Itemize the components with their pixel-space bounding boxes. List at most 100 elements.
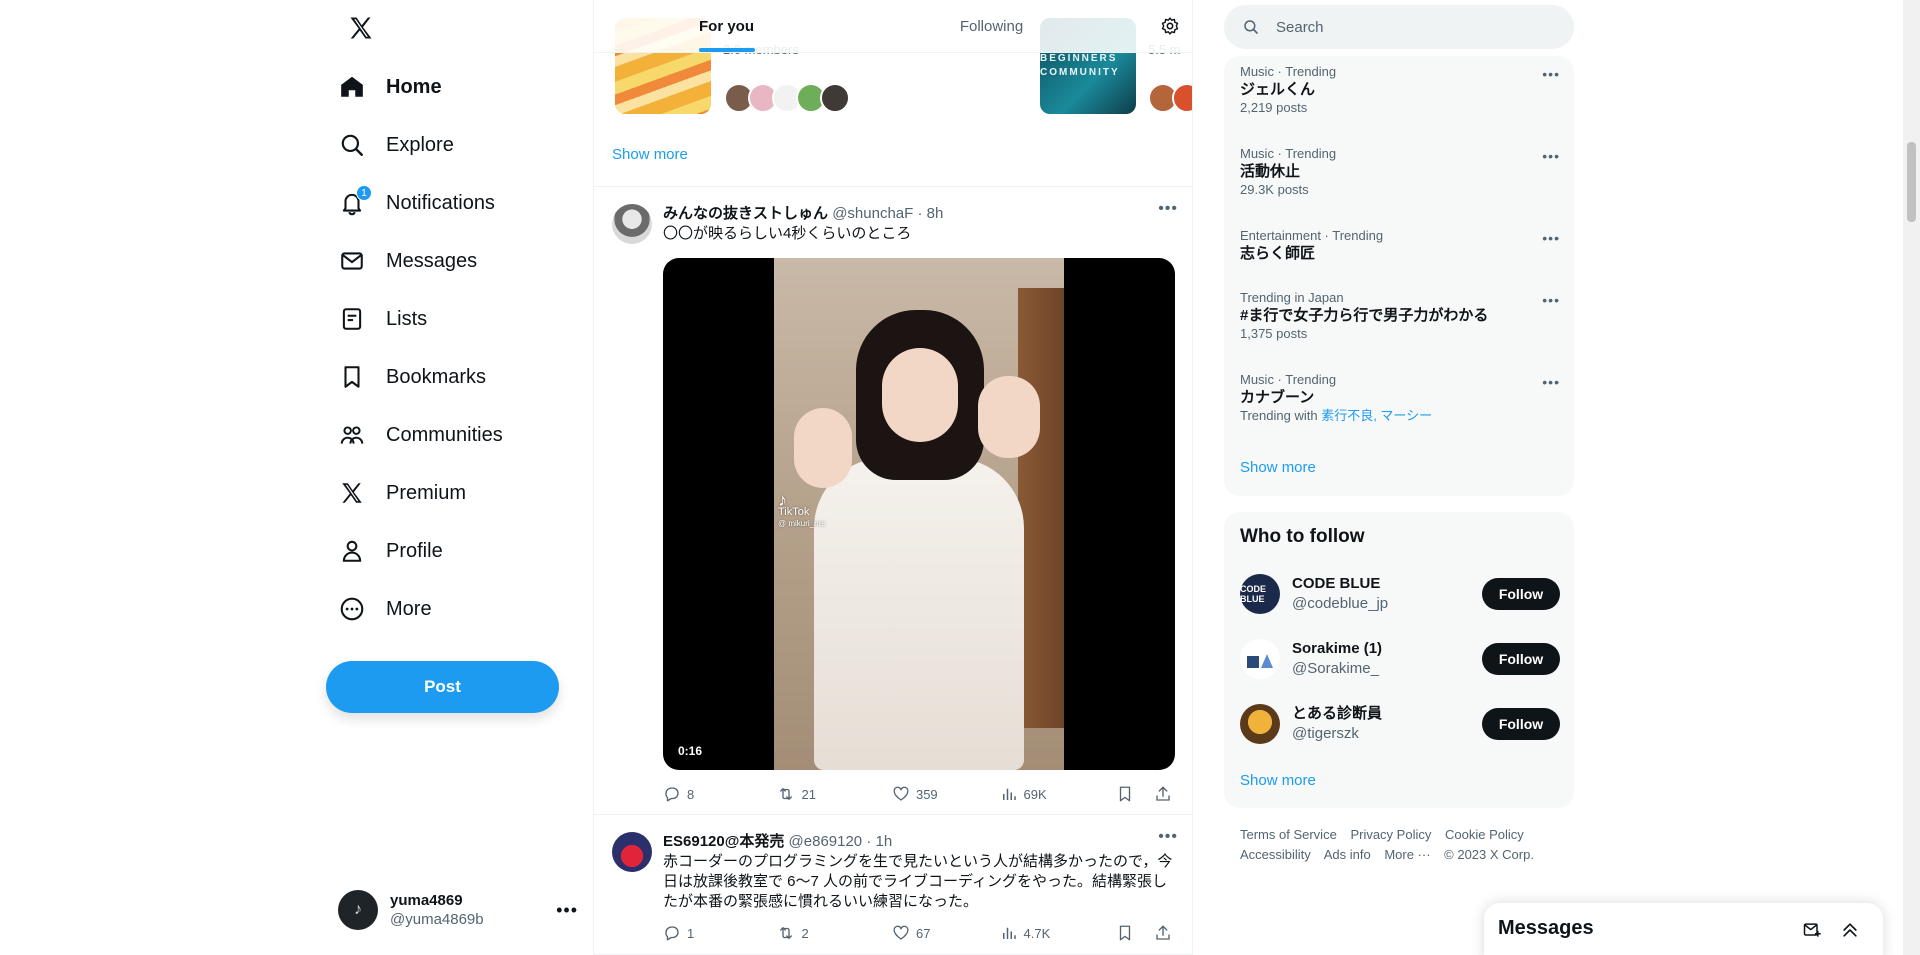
repost-count: 21	[801, 786, 816, 802]
bookmark-button[interactable]	[1116, 924, 1140, 942]
more-circle-icon	[338, 595, 366, 623]
trending-with-links[interactable]: 素行不良, マーシー	[1321, 408, 1432, 423]
show-more-link[interactable]: Show more	[612, 146, 688, 163]
follow-suggestion[interactable]: CODE BLUE CODE BLUE @codeblue_jp Follow	[1240, 570, 1560, 618]
tweet-text: 赤コーダーのプログラミングを生で見たいという人が結構多かったので，今日は放課後教…	[663, 853, 1173, 910]
like-button[interactable]: 67	[892, 924, 1000, 942]
messages-drawer[interactable]: Messages	[1484, 903, 1883, 955]
trend-category: Entertainment · Trending	[1240, 228, 1384, 243]
more-dots-icon[interactable]: •••	[1158, 200, 1178, 218]
trend-name: 活動休止	[1240, 163, 1301, 180]
footer-link[interactable]: Privacy Policy	[1350, 827, 1431, 842]
reply-button[interactable]: 8	[663, 785, 777, 803]
more-dots-icon[interactable]: •••	[1542, 374, 1560, 390]
footer-link[interactable]: Terms of Service	[1240, 827, 1337, 842]
follow-button[interactable]: Follow	[1482, 708, 1560, 740]
trend-item[interactable]: Music · Trending カナブーン Trending with 素行不…	[1240, 372, 1560, 424]
copyright: © 2023 X Corp.	[1444, 847, 1534, 862]
trend-item[interactable]: Trending in Japan #ま行で女子力ら行で男子力がわかる 1,37…	[1240, 290, 1560, 342]
mail-icon	[338, 247, 366, 275]
avatar[interactable]	[612, 204, 652, 244]
post-button[interactable]: Post	[326, 661, 559, 713]
more-dots-icon[interactable]: •••	[1542, 66, 1560, 82]
tweet-time[interactable]: · 8h	[917, 205, 943, 222]
tab-for-you[interactable]: For you	[594, 0, 859, 52]
view-count: 4.7K	[1023, 925, 1051, 941]
nav-more[interactable]: More	[326, 580, 590, 638]
home-icon	[338, 73, 366, 101]
scrollbar-thumb[interactable]	[1907, 142, 1916, 222]
more-dots-icon[interactable]: •••	[1158, 828, 1178, 846]
video-duration: 0:16	[673, 742, 708, 760]
x-logo-icon[interactable]	[336, 8, 386, 48]
nav-label: Lists	[386, 307, 428, 330]
tweet-author-handle[interactable]: @shunchaF	[832, 205, 913, 222]
tweet-author-handle[interactable]: @e869120	[789, 833, 863, 850]
who-to-follow-show-more-link[interactable]: Show more	[1240, 772, 1316, 789]
avatar[interactable]	[612, 832, 652, 872]
nav-communities[interactable]: Communities	[326, 406, 590, 464]
trend-item[interactable]: Music · Trending 活動休止 29.3K posts •••	[1240, 146, 1560, 198]
tweet-actions: 8 21 359 69K	[663, 784, 1178, 804]
video-player[interactable]: ♪ TikTok @ mikuri_nrs 0:16	[663, 258, 1175, 770]
tweet[interactable]: みんなの抜きストしゅん @shunchaF · 8h ••• 〇〇が映るらしい4…	[594, 188, 1192, 815]
avatar[interactable]	[1240, 704, 1280, 744]
nav-profile[interactable]: Profile	[326, 522, 590, 580]
search-bar[interactable]	[1224, 5, 1574, 49]
follow-suggestion[interactable]: Sorakime (1) @Sorakime_ Follow	[1240, 635, 1560, 683]
footer-link[interactable]: More ···	[1384, 847, 1430, 862]
share-button[interactable]	[1154, 924, 1178, 942]
video-scene	[978, 376, 1040, 458]
reply-button[interactable]: 1	[663, 924, 777, 942]
reply-count: 8	[687, 786, 695, 802]
share-button[interactable]	[1154, 785, 1178, 803]
tweet-author-name[interactable]: ES69120@本発売	[663, 833, 784, 850]
avatar[interactable]: CODE BLUE	[1240, 574, 1280, 614]
more-dots-icon[interactable]: •••	[1542, 230, 1560, 246]
trend-category: Music · Trending	[1240, 372, 1337, 387]
new-message-icon[interactable]	[1801, 919, 1823, 941]
gear-icon[interactable]	[1156, 12, 1184, 40]
footer-link[interactable]: Ads info	[1324, 847, 1371, 862]
repost-button[interactable]: 2	[777, 924, 891, 942]
nav-lists[interactable]: Lists	[326, 290, 590, 348]
footer-link[interactable]: Cookie Policy	[1445, 827, 1524, 842]
search-input[interactable]	[1276, 18, 1536, 36]
video-scene	[794, 408, 852, 488]
tab-following[interactable]: Following	[859, 0, 1124, 52]
follow-button[interactable]: Follow	[1482, 578, 1560, 610]
nav-messages[interactable]: Messages	[326, 232, 590, 290]
nav-home[interactable]: Home	[326, 58, 590, 116]
views-button[interactable]: 4.7K	[1000, 924, 1116, 942]
trends-panel: Music · Trending ジェルくん 2,219 posts ••• M…	[1224, 56, 1574, 496]
more-dots-icon[interactable]: •••	[1542, 148, 1560, 164]
tweet-author-name[interactable]: みんなの抜きストしゅん	[663, 205, 828, 222]
avatar[interactable]	[1240, 639, 1280, 679]
trend-item[interactable]: Music · Trending ジェルくん 2,219 posts •••	[1240, 64, 1560, 116]
views-button[interactable]: 69K	[1000, 785, 1116, 803]
video-scene	[814, 458, 1024, 770]
follow-suggestion[interactable]: とある診断員 @tigerszk Follow	[1240, 700, 1560, 748]
messages-drawer-title: Messages	[1498, 917, 1594, 939]
nav-explore[interactable]: Explore	[326, 116, 590, 174]
nav-notifications[interactable]: 1 Notifications	[326, 174, 590, 232]
repost-button[interactable]: 21	[777, 785, 891, 803]
more-dots-icon[interactable]: •••	[556, 900, 578, 921]
nav-premium[interactable]: Premium	[326, 464, 590, 522]
nav-bookmarks[interactable]: Bookmarks	[326, 348, 590, 406]
footer-link[interactable]: Accessibility	[1240, 847, 1311, 862]
expand-chevrons-icon[interactable]	[1839, 919, 1861, 941]
tweet[interactable]: ES69120@本発売 @e869120 · 1h ••• 赤コーダーのプログラ…	[594, 816, 1192, 955]
trends-show-more-link[interactable]: Show more	[1240, 459, 1316, 476]
like-button[interactable]: 359	[892, 785, 1000, 803]
tweet-time[interactable]: · 1h	[866, 833, 892, 850]
follow-button[interactable]: Follow	[1482, 643, 1560, 675]
trending-with-label: Trending with	[1240, 408, 1318, 423]
more-dots-icon[interactable]: •••	[1542, 292, 1560, 308]
page-scrollbar[interactable]	[1903, 0, 1920, 955]
account-switcher[interactable]: ♪ yuma4869 @yuma4869b •••	[338, 886, 578, 934]
search-icon	[1244, 20, 1258, 34]
bookmark-icon	[1119, 786, 1131, 802]
bookmark-button[interactable]	[1116, 785, 1140, 803]
trend-item[interactable]: Entertainment · Trending 志らく師匠 •••	[1240, 228, 1560, 264]
